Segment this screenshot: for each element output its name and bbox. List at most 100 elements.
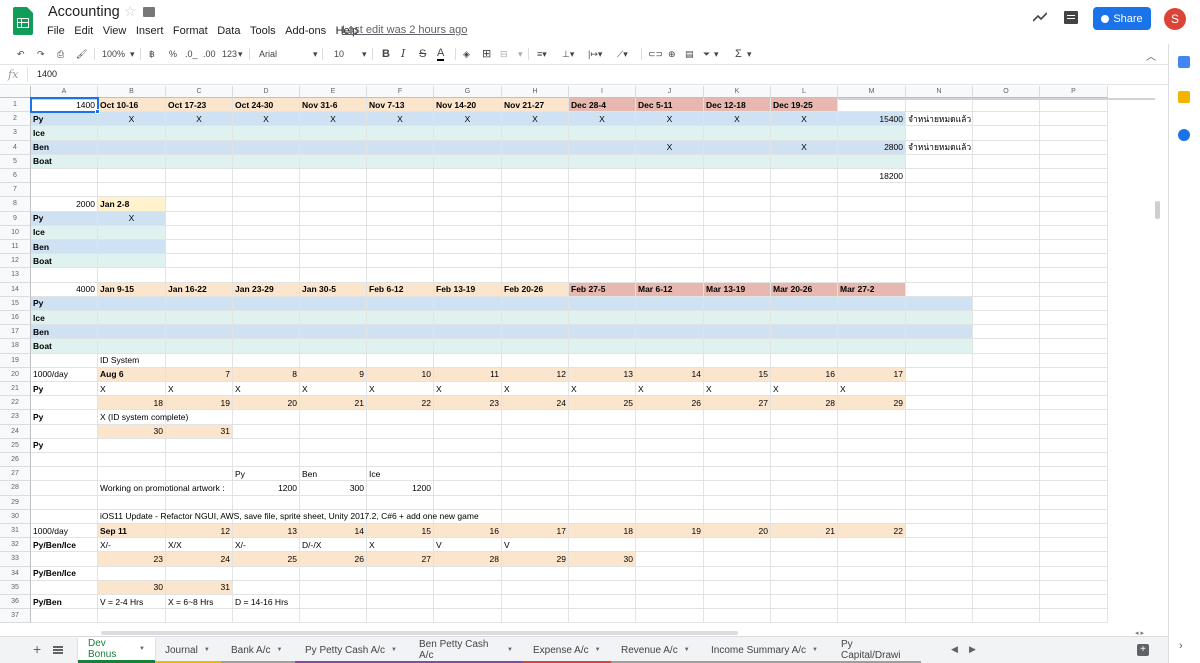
cell-g2[interactable]: X: [434, 112, 502, 127]
cell-f9[interactable]: [367, 211, 434, 226]
menu-data[interactable]: Data: [217, 24, 240, 38]
cell-g27[interactable]: [434, 467, 502, 482]
cell-f7[interactable]: [367, 183, 434, 198]
cell-c2[interactable]: X: [166, 112, 233, 127]
cell-k11[interactable]: [704, 240, 771, 255]
cell-e37[interactable]: [300, 609, 367, 624]
cell-p5[interactable]: [1040, 154, 1108, 169]
row-header-28[interactable]: 28: [0, 481, 31, 496]
cell-d24[interactable]: [233, 424, 300, 439]
cell-h31[interactable]: 17: [502, 524, 569, 539]
cell-e1[interactable]: Nov 31-6: [300, 98, 367, 113]
cell-f36[interactable]: [367, 595, 434, 610]
cell-m22[interactable]: 29: [838, 396, 906, 411]
cell-c11[interactable]: [166, 240, 233, 255]
cell-f15[interactable]: [367, 296, 434, 311]
comments-icon[interactable]: [1064, 11, 1078, 24]
cell-g7[interactable]: [434, 183, 502, 198]
currency-format-button[interactable]: ฿: [149, 48, 155, 60]
cell-k31[interactable]: 20: [704, 524, 771, 539]
cell-d7[interactable]: [233, 183, 300, 198]
cell-f3[interactable]: [367, 126, 434, 141]
cell-e4[interactable]: [300, 140, 367, 155]
cell-e21[interactable]: X: [300, 382, 367, 397]
row-header-25[interactable]: 25: [0, 438, 31, 453]
column-header-k[interactable]: K: [704, 86, 771, 98]
cell-d29[interactable]: [233, 495, 300, 510]
cell-k30[interactable]: [704, 509, 771, 524]
cell-i21[interactable]: X: [569, 382, 636, 397]
cell-i12[interactable]: [569, 254, 636, 269]
cell-k10[interactable]: [704, 225, 771, 240]
cell-a15[interactable]: Py: [31, 296, 98, 311]
cell-l2[interactable]: X: [771, 112, 838, 127]
cell-i30[interactable]: [569, 509, 636, 524]
cell-n9[interactable]: [906, 211, 973, 226]
row-header-3[interactable]: 3: [0, 126, 31, 141]
cell-k36[interactable]: [704, 595, 771, 610]
text-color-button[interactable]: A: [437, 48, 445, 61]
last-edit-link[interactable]: Last edit was 2 hours ago: [342, 24, 467, 36]
cell-b36[interactable]: V = 2-4 Hrs: [98, 595, 166, 610]
cell-i15[interactable]: [569, 296, 636, 311]
cell-c4[interactable]: [166, 140, 233, 155]
collapse-menus-icon[interactable]: ︿: [1146, 48, 1156, 63]
cell-k33[interactable]: [704, 552, 771, 567]
percent-format-button[interactable]: %: [169, 48, 177, 60]
cell-e20[interactable]: 9: [300, 367, 367, 382]
sheet-tab-expense-a-c[interactable]: Expense A/c ▼: [523, 637, 611, 663]
cell-k20[interactable]: 15: [704, 367, 771, 382]
cell-i24[interactable]: [569, 424, 636, 439]
cell-i7[interactable]: [569, 183, 636, 198]
cell-j26[interactable]: [636, 453, 704, 468]
cell-h2[interactable]: X: [502, 112, 569, 127]
cell-m11[interactable]: [838, 240, 906, 255]
cell-b18[interactable]: [98, 339, 166, 354]
cell-l16[interactable]: [771, 311, 838, 326]
cell-l34[interactable]: [771, 566, 838, 581]
cell-a7[interactable]: [31, 183, 98, 198]
select-all-corner[interactable]: [0, 86, 31, 98]
cell-h15[interactable]: [502, 296, 569, 311]
chevron-down-icon[interactable]: ▼: [139, 646, 145, 652]
cell-g3[interactable]: [434, 126, 502, 141]
row-header-18[interactable]: 18: [0, 339, 31, 354]
cell-e18[interactable]: [300, 339, 367, 354]
cell-j6[interactable]: [636, 169, 704, 184]
cell-p19[interactable]: [1040, 353, 1108, 368]
cell-a8[interactable]: 2000: [31, 197, 98, 212]
cell-m15[interactable]: [838, 296, 906, 311]
cell-b33[interactable]: 23: [98, 552, 166, 567]
cell-p8[interactable]: [1040, 197, 1108, 212]
cell-f5[interactable]: [367, 154, 434, 169]
cell-p26[interactable]: [1040, 453, 1108, 468]
sheet-tab-revenue-a-c[interactable]: Revenue A/c ▼: [611, 637, 701, 663]
cell-i28[interactable]: [569, 481, 636, 496]
cell-p2[interactable]: [1040, 112, 1108, 127]
cell-j19[interactable]: [636, 353, 704, 368]
cell-p16[interactable]: [1040, 311, 1108, 326]
folder-icon[interactable]: [143, 7, 155, 17]
cell-d34[interactable]: [233, 566, 300, 581]
document-title[interactable]: Accounting: [48, 4, 120, 20]
cell-m8[interactable]: [838, 197, 906, 212]
row-header-11[interactable]: 11: [0, 240, 31, 255]
cell-f2[interactable]: X: [367, 112, 434, 127]
row-header-23[interactable]: 23: [0, 410, 31, 425]
cell-i5[interactable]: [569, 154, 636, 169]
cell-l37[interactable]: [771, 609, 838, 624]
cell-b19[interactable]: ID System: [98, 353, 166, 368]
cell-d14[interactable]: Jan 23-29: [233, 282, 300, 297]
cell-g9[interactable]: [434, 211, 502, 226]
menu-tools[interactable]: Tools: [250, 24, 276, 38]
fill-color-icon[interactable]: ◈: [463, 48, 470, 60]
chevron-down-icon[interactable]: ▼: [204, 647, 210, 653]
cell-c34[interactable]: [166, 566, 233, 581]
cell-o26[interactable]: [973, 453, 1040, 468]
row-header-12[interactable]: 12: [0, 254, 31, 269]
cell-a37[interactable]: [31, 609, 98, 624]
cell-k23[interactable]: [704, 410, 771, 425]
cell-e27[interactable]: Ben: [300, 467, 367, 482]
paint-format-icon[interactable]: 🖌: [76, 48, 87, 60]
cell-k18[interactable]: [704, 339, 771, 354]
